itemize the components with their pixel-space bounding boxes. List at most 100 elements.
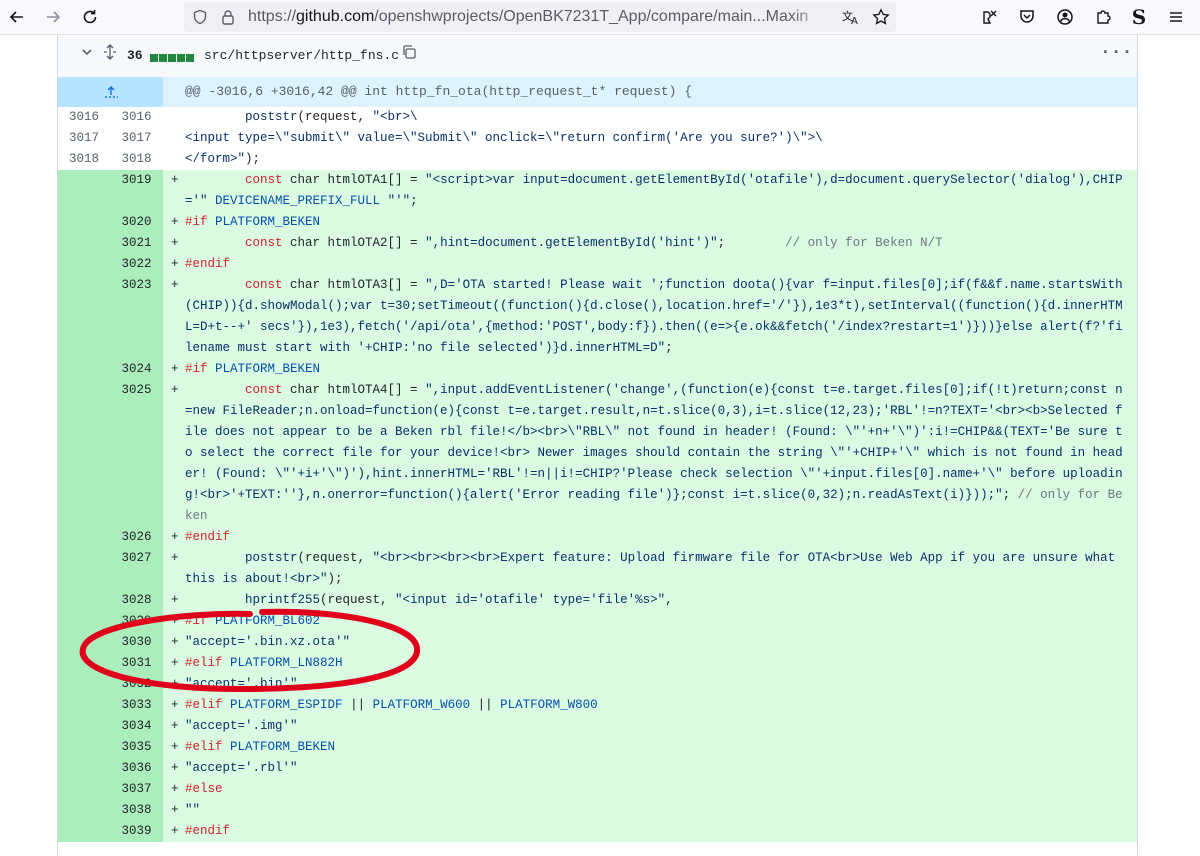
url-bar[interactable]: https://github.com/openshwprojects/OpenB… bbox=[184, 2, 896, 32]
code-text: "accept='.bin'" bbox=[185, 677, 298, 691]
diff-line-added: 3038 + "" bbox=[58, 800, 1137, 821]
new-line-number[interactable]: 3016 bbox=[110, 107, 163, 128]
code-text: #endif bbox=[185, 257, 231, 271]
collapse-chevron-icon[interactable] bbox=[80, 45, 94, 63]
new-line-number[interactable]: 3030 bbox=[110, 632, 163, 653]
file-path[interactable]: src/httpserver/http_fns.c bbox=[204, 48, 399, 63]
code-text: </form>"); bbox=[185, 152, 261, 166]
diff-line-added: 3036 + "accept='.rbl'" bbox=[58, 758, 1137, 779]
added-marker: + bbox=[171, 677, 179, 691]
new-line-number[interactable]: 3018 bbox=[110, 149, 163, 170]
diff-line-context: 3017 3017 <input type=\"submit\" value=\"S… bbox=[58, 128, 1137, 149]
new-line-number[interactable]: 3017 bbox=[110, 128, 163, 149]
account-icon[interactable] bbox=[1050, 2, 1080, 32]
new-line-number[interactable]: 3032 bbox=[110, 674, 163, 695]
new-line-number[interactable]: 3026 bbox=[110, 527, 163, 548]
old-line-number[interactable] bbox=[58, 653, 110, 674]
star-icon[interactable] bbox=[872, 8, 890, 25]
diff-line-added: 3022 + #endif bbox=[58, 254, 1137, 275]
new-line-number[interactable]: 3019 bbox=[110, 170, 163, 212]
old-line-number[interactable] bbox=[58, 737, 110, 758]
shield-icon[interactable] bbox=[192, 9, 208, 25]
diff-line-added: 3029 + #if PLATFORM_BL602 bbox=[58, 611, 1137, 632]
old-line-number[interactable] bbox=[58, 632, 110, 653]
code-text: "accept='.img'" bbox=[185, 719, 298, 733]
old-line-number[interactable] bbox=[58, 233, 110, 254]
old-line-number[interactable] bbox=[58, 821, 110, 842]
old-line-number[interactable] bbox=[58, 590, 110, 611]
new-line-number[interactable]: 3021 bbox=[110, 233, 163, 254]
expand-up-icon[interactable] bbox=[58, 77, 163, 107]
translate-icon[interactable]: 文A bbox=[842, 8, 858, 27]
new-line-number[interactable]: 3038 bbox=[110, 800, 163, 821]
added-marker: + bbox=[171, 761, 179, 775]
puzzle-icon[interactable] bbox=[1088, 2, 1118, 32]
added-marker: + bbox=[171, 635, 179, 649]
old-line-number[interactable] bbox=[58, 779, 110, 800]
code-text: poststr(request, "<br>\ bbox=[245, 110, 418, 124]
new-line-number[interactable]: 3039 bbox=[110, 821, 163, 842]
code-text: "" bbox=[185, 803, 201, 817]
new-line-number[interactable]: 3031 bbox=[110, 653, 163, 674]
url-text[interactable]: https://github.com/openshwprojects/OpenB… bbox=[248, 8, 834, 26]
forward-arrow-icon[interactable] bbox=[38, 2, 68, 32]
old-line-number[interactable] bbox=[58, 548, 110, 590]
new-line-number[interactable]: 3034 bbox=[110, 716, 163, 737]
expand-all-icon[interactable] bbox=[102, 44, 118, 64]
new-line-number[interactable]: 3022 bbox=[110, 254, 163, 275]
new-line-number[interactable]: 3036 bbox=[110, 758, 163, 779]
old-line-number[interactable] bbox=[58, 716, 110, 737]
diff-line-added: 3021 + const char htmlOTA2[] = ",hint=doc… bbox=[58, 233, 1137, 254]
code-text: #elif PLATFORM_BEKEN bbox=[185, 740, 336, 754]
old-line-number[interactable] bbox=[58, 275, 110, 359]
new-line-number[interactable]: 3023 bbox=[110, 275, 163, 359]
reload-icon[interactable] bbox=[75, 2, 105, 32]
code-text: poststr(request, "<br><br><br><br>Expert… bbox=[185, 551, 1123, 586]
added-marker: + bbox=[171, 215, 179, 229]
added-marker: + bbox=[171, 551, 179, 565]
new-line-number[interactable]: 3033 bbox=[110, 695, 163, 716]
added-marker: + bbox=[171, 782, 179, 796]
copy-icon[interactable] bbox=[401, 44, 417, 64]
old-line-number[interactable] bbox=[58, 611, 110, 632]
old-line-number[interactable] bbox=[58, 170, 110, 212]
new-line-number[interactable]: 3027 bbox=[110, 548, 163, 590]
diff-line-added: 3023 + const char htmlOTA3[] = ",D='OTA s… bbox=[58, 275, 1137, 359]
old-line-number[interactable]: 3017 bbox=[58, 128, 110, 149]
old-line-number[interactable] bbox=[58, 527, 110, 548]
lock-icon[interactable] bbox=[220, 9, 236, 25]
url-prefix: https:// bbox=[248, 8, 297, 25]
back-arrow-icon[interactable] bbox=[2, 2, 32, 32]
old-line-number[interactable] bbox=[58, 359, 110, 380]
added-marker: + bbox=[171, 257, 179, 271]
more-options-icon[interactable]: ··· bbox=[1100, 43, 1132, 63]
new-line-number[interactable]: 3020 bbox=[110, 212, 163, 233]
new-line-number[interactable]: 3025 bbox=[110, 380, 163, 527]
menu-icon[interactable] bbox=[1161, 2, 1191, 32]
code-text: #endif bbox=[185, 530, 231, 544]
new-line-number[interactable]: 3028 bbox=[110, 590, 163, 611]
s-extension-icon[interactable]: S bbox=[1124, 2, 1154, 32]
old-line-number[interactable]: 3018 bbox=[58, 149, 110, 170]
code-text: const char htmlOTA2[] = ",hint=document.… bbox=[245, 236, 943, 250]
old-line-number[interactable] bbox=[58, 380, 110, 527]
old-line-number[interactable] bbox=[58, 212, 110, 233]
diff-change-count: 36 bbox=[127, 48, 143, 63]
diff-line-added: 3024 + #if PLATFORM_BEKEN bbox=[58, 359, 1137, 380]
old-line-number[interactable] bbox=[58, 674, 110, 695]
pocket-icon[interactable] bbox=[1012, 2, 1042, 32]
old-line-number[interactable] bbox=[58, 254, 110, 275]
new-line-number[interactable]: 3037 bbox=[110, 779, 163, 800]
old-line-number[interactable] bbox=[58, 758, 110, 779]
diff-line-added: 3033 + #elif PLATFORM_ESPIDF || PLATFORM_W… bbox=[58, 695, 1137, 716]
file-header: 36 src/httpserver/http_fns.c ··· bbox=[58, 35, 1137, 78]
old-line-number[interactable] bbox=[58, 695, 110, 716]
old-line-number[interactable] bbox=[58, 800, 110, 821]
new-line-number[interactable]: 3024 bbox=[110, 359, 163, 380]
added-marker: + bbox=[171, 698, 179, 712]
new-line-number[interactable]: 3029 bbox=[110, 611, 163, 632]
code-text: #if PLATFORM_BL602 bbox=[185, 614, 321, 628]
extension-icon[interactable] bbox=[975, 2, 1005, 32]
new-line-number[interactable]: 3035 bbox=[110, 737, 163, 758]
old-line-number[interactable]: 3016 bbox=[58, 107, 110, 128]
